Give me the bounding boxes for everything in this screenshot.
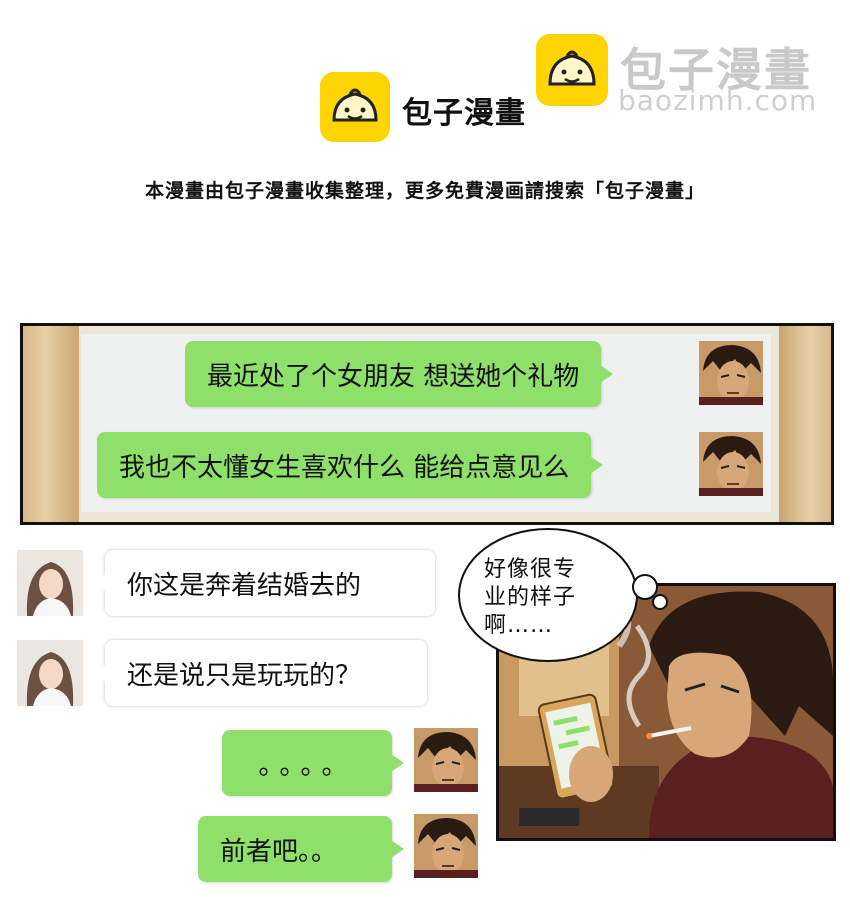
speech-balloon-tail <box>652 594 668 610</box>
avatar-man <box>414 728 478 792</box>
avatar-man <box>699 341 763 405</box>
speech-line: 啊…… <box>484 613 554 638</box>
speech-line: 业的样子 <box>484 585 577 610</box>
message-bubble-advice: 我也不太懂女生喜欢什么 能给点意见么 <box>97 432 604 498</box>
header-logo: 包子漫畫 <box>320 72 540 142</box>
speech-text: 好像很专 业的样子 啊…… <box>484 556 614 640</box>
logo-text: 包子漫畫 <box>402 96 526 131</box>
message-text: 。。。。 <box>258 750 356 781</box>
avatar-man <box>414 814 478 878</box>
message-bubble-playing: 还是说只是玩玩的？ <box>93 640 427 706</box>
wood-frame-left <box>23 326 79 522</box>
avatar-girl <box>17 550 83 616</box>
message-bubble-former: 前者吧。。 <box>198 816 404 882</box>
message-text: 还是说只是玩玩的？ <box>127 660 362 691</box>
message-text: 你这是奔着结婚去的 <box>127 570 362 601</box>
wood-frame-right <box>779 326 831 522</box>
top-chat-panel: 最近处了个女朋友 想送她个礼物 我也不太懂女生喜欢什么 能给点意见么 <box>20 323 834 525</box>
message-text: 最近处了个女朋友 想送她个礼物 <box>207 361 580 392</box>
message-bubble-dots: 。。。。 <box>222 730 404 796</box>
avatar-girl <box>17 640 83 706</box>
message-text: 前者吧。。 <box>220 836 338 867</box>
message-bubble-marriage: 你这是奔着结婚去的 <box>93 550 435 616</box>
speech-line: 好像很专 <box>484 557 577 582</box>
header-note: 本漫畫由包子漫畫收集整理，更多免費漫画請搜索「包子漫畫」 <box>144 180 705 202</box>
bun-logo-icon <box>320 72 390 142</box>
message-text: 我也不太懂女生喜欢什么 能给点意见么 <box>119 452 570 483</box>
message-bubble-gift: 最近处了个女朋友 想送她个礼物 <box>185 341 614 407</box>
watermark-bun-icon <box>536 34 608 106</box>
watermark-url: baozimh.com <box>618 84 818 117</box>
avatar-man <box>699 432 763 496</box>
